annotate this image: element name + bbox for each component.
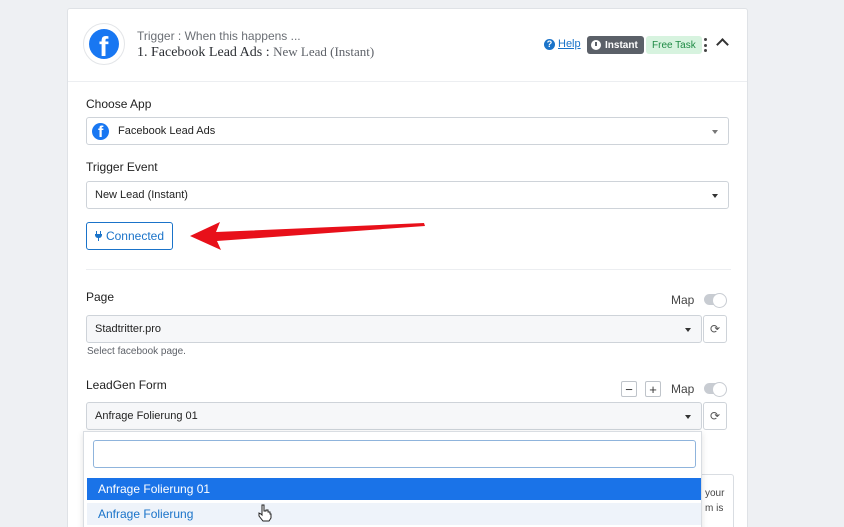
side-note-line1: your bbox=[705, 488, 725, 499]
plug-icon bbox=[94, 231, 102, 241]
instant-badge: Instant bbox=[587, 36, 644, 54]
hand-cursor-icon bbox=[258, 504, 272, 522]
page-hint: Select facebook page. bbox=[87, 346, 186, 357]
facebook-app-icon: f bbox=[92, 122, 109, 140]
trigger-event-label: Trigger Event bbox=[86, 160, 158, 174]
trigger-subtitle: Trigger : When this happens ... bbox=[137, 29, 301, 43]
trigger-card: f Trigger : When this happens ... 1. Fac… bbox=[67, 8, 748, 527]
chevron-up-icon[interactable] bbox=[716, 38, 729, 51]
caret-down-icon bbox=[712, 194, 718, 198]
choose-app-value: Facebook Lead Ads bbox=[118, 125, 216, 137]
page-map-label: Map bbox=[671, 293, 695, 307]
refresh-icon: ⟳ bbox=[709, 409, 721, 423]
trigger-title: 1. Facebook Lead Ads : New Lead (Instant… bbox=[137, 44, 374, 61]
trigger-event-select[interactable]: New Lead (Instant) bbox=[86, 181, 729, 209]
dropdown-option[interactable]: Anfrage Folierung bbox=[87, 503, 701, 525]
leadgen-select[interactable]: Anfrage Folierung 01 bbox=[86, 402, 702, 430]
side-note-box: your m is bbox=[702, 474, 734, 527]
facebook-logo-icon: f bbox=[89, 29, 119, 59]
leadgen-label: LeadGen Form bbox=[86, 378, 167, 392]
help-link[interactable]: ? Help bbox=[544, 38, 581, 50]
leadgen-minus-button[interactable]: − bbox=[621, 381, 637, 397]
page-select[interactable]: Stadtritter.pro bbox=[86, 315, 702, 343]
leadgen-value: Anfrage Folierung 01 bbox=[95, 410, 198, 422]
side-note-line2: m is bbox=[705, 503, 724, 514]
instant-label: Instant bbox=[605, 39, 638, 51]
choose-app-select[interactable]: f Facebook Lead Ads bbox=[86, 117, 729, 145]
leadgen-plus-button[interactable]: + bbox=[645, 381, 661, 397]
page-label: Page bbox=[86, 290, 115, 304]
caret-down-icon bbox=[712, 130, 718, 134]
leadgen-map-label: Map bbox=[671, 382, 695, 396]
section-divider bbox=[86, 269, 731, 270]
trigger-header[interactable]: f Trigger : When this happens ... 1. Fac… bbox=[68, 9, 747, 82]
dropdown-option[interactable]: Anfrage Folierung 01 bbox=[87, 478, 701, 500]
leadgen-refresh-button[interactable]: ⟳ bbox=[703, 402, 727, 430]
clock-icon bbox=[591, 40, 601, 50]
trigger-title-prefix: 1. Facebook Lead Ads : bbox=[137, 45, 274, 60]
dropdown-search-input[interactable] bbox=[93, 440, 696, 468]
caret-down-icon bbox=[685, 415, 691, 419]
connected-label: Connected bbox=[105, 229, 165, 243]
caret-down-icon bbox=[685, 328, 691, 332]
leadgen-map-toggle[interactable] bbox=[704, 382, 727, 397]
app-logo: f bbox=[83, 23, 125, 65]
connected-button[interactable]: Connected bbox=[86, 222, 173, 250]
choose-app-label: Choose App bbox=[86, 97, 152, 111]
refresh-icon: ⟳ bbox=[709, 322, 721, 336]
page-refresh-button[interactable]: ⟳ bbox=[703, 315, 727, 343]
page-value: Stadtritter.pro bbox=[95, 323, 162, 335]
free-task-badge: Free Task bbox=[646, 36, 702, 54]
kebab-menu-icon[interactable] bbox=[701, 37, 709, 53]
help-label: Help bbox=[558, 38, 581, 50]
red-arrow-annotation bbox=[190, 222, 425, 250]
leadgen-dropdown: Anfrage Folierung 01 Anfrage Folierung bbox=[83, 431, 702, 527]
trigger-title-event: New Lead (Instant) bbox=[273, 44, 375, 59]
help-icon: ? bbox=[544, 38, 555, 50]
page-map-toggle[interactable] bbox=[704, 293, 727, 308]
trigger-event-value: New Lead (Instant) bbox=[95, 189, 188, 201]
